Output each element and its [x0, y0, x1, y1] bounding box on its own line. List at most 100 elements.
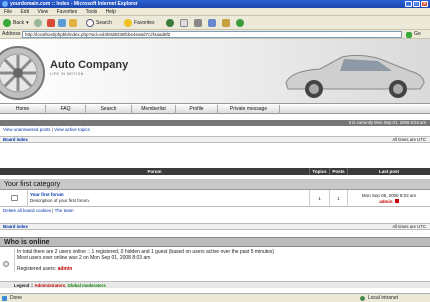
back-button[interactable]: Back ▾ — [3, 18, 29, 28]
menu-edit[interactable]: Edit — [20, 8, 29, 16]
site-subtitle: LIFE IN MOTION — [50, 72, 84, 76]
forum-topics: 1 — [310, 190, 330, 207]
view-unanswered-link[interactable]: View unanswered posts — [3, 127, 50, 132]
messenger-button[interactable] — [236, 18, 244, 28]
legend-global-moderators[interactable]: Global moderators — [68, 283, 106, 288]
back-arrow-icon — [3, 19, 11, 27]
discuss-button[interactable] — [222, 18, 230, 28]
chevron-down-icon: ▾ — [26, 20, 29, 26]
go-label: Go — [414, 31, 421, 37]
go-button[interactable]: Go — [406, 31, 421, 38]
menu-favorites[interactable]: Favorites — [57, 8, 78, 16]
nav-memberlist[interactable]: Memberlist — [132, 105, 176, 114]
separator: | — [51, 127, 53, 132]
ie-icon — [2, 1, 8, 7]
nav-profile[interactable]: Profile — [176, 105, 218, 114]
print-button[interactable] — [194, 18, 202, 28]
home-button[interactable] — [69, 18, 77, 28]
nav-private-message[interactable]: Private message — [218, 105, 280, 114]
nav-home[interactable]: Home — [0, 105, 46, 114]
page-content: Auto Company LIFE IN MOTION Home FAQ Sea… — [0, 39, 430, 293]
bottom-links: Delete all board cookies | The team — [3, 208, 74, 213]
stop-button[interactable] — [47, 18, 55, 28]
forward-button[interactable] — [34, 18, 42, 28]
address-input[interactable]: http://localhost/phpbb/index.php?sid=ed4… — [22, 31, 402, 38]
favorites-label: Favorites — [134, 20, 155, 26]
toolbar: Back ▾ Search Favorites — [0, 16, 430, 30]
wheel-logo-icon — [0, 46, 45, 100]
address-bar: Address http://localhost/phpbb/index.php… — [0, 30, 430, 39]
site-title: Auto Company — [50, 59, 129, 71]
star-icon — [124, 19, 132, 27]
nav-search[interactable]: Search — [86, 105, 132, 114]
main-nav: Home FAQ Search Memberlist Profile Priva… — [0, 105, 430, 114]
media-icon — [166, 19, 174, 27]
stop-icon — [47, 19, 55, 27]
online-text: In total there are 2 users online :: 1 r… — [14, 249, 424, 272]
search-icon — [86, 19, 94, 27]
menubar: File Edit View Favorites Tools Help — [0, 8, 430, 16]
view-active-link[interactable]: View active topics — [54, 127, 90, 132]
window-title: yourdomain.com :: Index - Microsoft Inte… — [10, 1, 138, 7]
forum-read-icon — [11, 195, 18, 201]
page-icon — [2, 296, 7, 301]
forum-row: Your first forum Description of your fir… — [0, 190, 430, 207]
who-is-online-title[interactable]: Who is online — [0, 237, 430, 247]
media-button[interactable] — [166, 18, 174, 28]
view-latest-post-icon[interactable] — [394, 199, 399, 203]
forum-last-post: Mon Sep 08, 2008 8:03 am admin — [348, 190, 430, 207]
category-row[interactable]: Your first category — [0, 179, 430, 190]
legend-administrators[interactable]: Administrators — [35, 283, 66, 288]
discuss-icon — [222, 19, 230, 27]
close-button[interactable]: × — [421, 1, 428, 7]
refresh-button[interactable] — [58, 18, 66, 28]
separator: | — [52, 208, 54, 213]
security-zone: Local intranet — [368, 295, 399, 301]
team-link[interactable]: The team — [55, 208, 74, 213]
edit-icon — [208, 19, 216, 27]
legend-separator: , — [65, 283, 67, 288]
messenger-icon — [236, 19, 244, 27]
online-users-icon — [3, 261, 9, 267]
col-forum: Forum — [0, 168, 310, 175]
timezone-label: All times are UTC — [392, 137, 426, 142]
window-titlebar: yourdomain.com :: Index - Microsoft Inte… — [0, 0, 430, 8]
forum-description: Description of your first forum. — [30, 198, 91, 203]
who-is-online-body: In total there are 2 users online :: 1 r… — [0, 247, 430, 283]
menu-tools[interactable]: Tools — [86, 8, 98, 16]
current-date: It is currently Mon Sep 01, 2008 8:03 am — [0, 120, 430, 126]
car-image — [285, 54, 425, 98]
col-posts: Posts — [330, 168, 348, 175]
forum-name-link[interactable]: Your first forum — [30, 192, 64, 197]
edit-button[interactable] — [208, 18, 216, 28]
registered-users-line: Registered users: admin — [17, 266, 424, 272]
nav-faq[interactable]: FAQ — [46, 105, 86, 114]
status-text: Done — [10, 295, 22, 301]
menu-help[interactable]: Help — [106, 8, 116, 16]
search-button[interactable]: Search — [86, 18, 112, 28]
home-icon — [69, 19, 77, 27]
favorites-button[interactable]: Favorites — [124, 18, 155, 28]
menu-file[interactable]: File — [4, 8, 12, 16]
registered-user-admin[interactable]: admin — [58, 266, 73, 272]
board-index-link[interactable]: Board index — [3, 137, 28, 143]
last-post-author-link[interactable]: admin — [379, 199, 392, 204]
board-index-link-bottom[interactable]: Board index — [3, 224, 28, 230]
minimize-button[interactable]: _ — [405, 1, 412, 7]
menu-view[interactable]: View — [37, 8, 48, 16]
back-label: Back — [13, 20, 25, 26]
forum-status-cell — [0, 190, 28, 207]
printer-icon — [194, 19, 202, 27]
col-last-post: Last post — [348, 168, 430, 175]
address-label: Address — [2, 31, 21, 37]
last-post-date: Mon Sep 08, 2008 8:03 am — [361, 193, 417, 198]
registered-users-label: Registered users: — [17, 266, 57, 272]
site-header: Auto Company LIFE IN MOTION — [0, 39, 430, 104]
mail-icon — [180, 19, 188, 27]
mail-button[interactable] — [180, 18, 188, 28]
maximize-button[interactable]: □ — [413, 1, 420, 7]
timezone-label-bottom: All times are UTC — [392, 224, 426, 229]
board-index-bar: Board index All times are UTC — [0, 136, 430, 143]
legend-label: Legend :: — [14, 283, 34, 288]
delete-cookies-link[interactable]: Delete all board cookies — [3, 208, 51, 213]
